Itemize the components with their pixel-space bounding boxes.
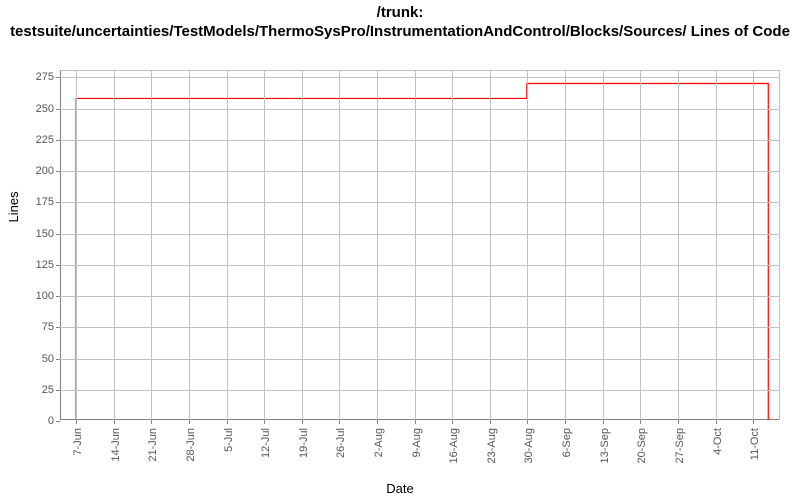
vgrid-line	[716, 71, 717, 420]
hgrid-line	[60, 171, 779, 172]
hgrid-line	[60, 265, 779, 266]
y-tick-label: 200	[36, 165, 60, 177]
x-tick-label: 5-Jul	[223, 404, 235, 428]
vgrid-line	[490, 71, 491, 420]
x-tick-label: 26-Jul	[335, 398, 347, 428]
hgrid-line	[60, 327, 779, 328]
loc-series-line	[76, 83, 768, 420]
x-tick-label: 20-Sep	[636, 393, 648, 428]
vgrid-line	[339, 71, 340, 420]
x-tick-label: 2-Aug	[373, 399, 385, 428]
vgrid-line	[114, 71, 115, 420]
hgrid-line	[60, 359, 779, 360]
vgrid-line	[76, 71, 77, 420]
vgrid-line	[302, 71, 303, 420]
hgrid-line	[60, 390, 779, 391]
y-tick-label: 125	[36, 259, 60, 271]
vgrid-line	[227, 71, 228, 420]
vgrid-line	[415, 71, 416, 420]
hgrid-line	[60, 109, 779, 110]
vgrid-line	[678, 71, 679, 420]
vgrid-line	[527, 71, 528, 420]
x-tick-label: 28-Jun	[185, 394, 197, 428]
x-axis-label: Date	[0, 481, 800, 496]
vgrid-line	[452, 71, 453, 420]
data-line	[60, 71, 779, 420]
hgrid-line	[60, 77, 779, 78]
y-tick-label: 75	[42, 321, 60, 333]
y-tick-label: 275	[36, 71, 60, 83]
x-tick-label: 19-Jul	[298, 398, 310, 428]
hgrid-line	[60, 202, 779, 203]
x-tick-label: 11-Oct	[749, 396, 761, 428]
y-tick-label: 25	[42, 384, 60, 396]
x-tick-label: 9-Aug	[411, 399, 423, 428]
hgrid-line	[60, 296, 779, 297]
y-tick-label: 175	[36, 196, 60, 208]
y-tick-label: 50	[42, 353, 60, 365]
y-tick-label: 225	[36, 134, 60, 146]
vgrid-line	[753, 71, 754, 420]
x-tick-label: 14-Jun	[110, 394, 122, 428]
vgrid-line	[189, 71, 190, 420]
y-axis-label: Lines	[6, 191, 21, 222]
x-tick-label: 6-Sep	[561, 399, 573, 428]
vgrid-line	[640, 71, 641, 420]
x-tick-label: 16-Aug	[448, 393, 460, 428]
x-tick-label: 12-Jul	[260, 398, 272, 428]
x-tick-label: 21-Jun	[147, 394, 159, 428]
vgrid-line	[565, 71, 566, 420]
x-tick-label: 4-Oct	[712, 401, 724, 428]
x-tick-label: 27-Sep	[674, 393, 686, 428]
y-tick-label: 0	[48, 415, 60, 427]
vgrid-line	[603, 71, 604, 420]
y-tick-label: 150	[36, 228, 60, 240]
x-tick-label: 13-Sep	[599, 393, 611, 428]
hgrid-line	[60, 234, 779, 235]
x-tick-label: 23-Aug	[486, 393, 498, 428]
x-tick-label: 7-Jun	[72, 400, 84, 428]
plot-area: 02550751001251501752002252502757-Jun14-J…	[60, 70, 780, 420]
vgrid-line	[377, 71, 378, 420]
chart-title: /trunk: testsuite/uncertainties/TestMode…	[0, 4, 800, 42]
loc-chart: /trunk: testsuite/uncertainties/TestMode…	[0, 0, 800, 500]
vgrid-line	[264, 71, 265, 420]
y-tick-label: 250	[36, 103, 60, 115]
hgrid-line	[60, 140, 779, 141]
x-tick-label: 30-Aug	[523, 393, 535, 428]
vgrid-line	[151, 71, 152, 420]
y-tick-label: 100	[36, 290, 60, 302]
